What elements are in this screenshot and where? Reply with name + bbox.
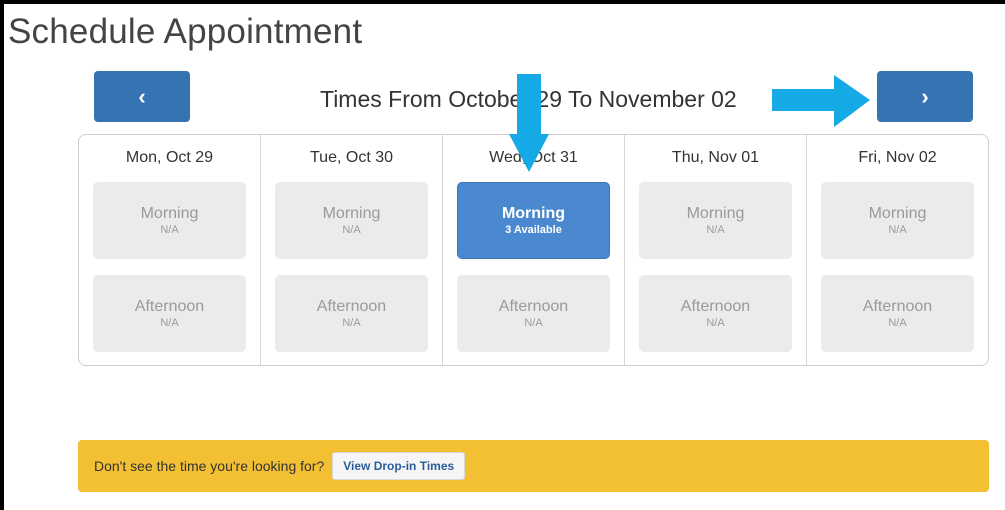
slot-name: Morning — [140, 205, 199, 222]
slot-morning-available[interactable]: Morning 3 Available — [457, 182, 610, 259]
slot-name: Afternoon — [680, 298, 751, 315]
day-column-tue: Tue, Oct 30 Morning N/A Afternoon N/A — [261, 135, 443, 365]
slot-status: 3 Available — [505, 224, 562, 236]
slot-morning: Morning N/A — [821, 182, 974, 259]
slot-name: Morning — [501, 205, 566, 222]
chevron-right-icon: › — [921, 83, 929, 109]
slot-name: Afternoon — [862, 298, 933, 315]
slot-status: N/A — [160, 224, 179, 236]
day-column-fri: Fri, Nov 02 Morning N/A Afternoon N/A — [807, 135, 988, 365]
slot-status: N/A — [342, 317, 361, 329]
day-label: Fri, Nov 02 — [858, 149, 937, 166]
page-title: Schedule Appointment — [8, 12, 363, 51]
slot-status: N/A — [160, 317, 179, 329]
slot-name: Afternoon — [134, 298, 205, 315]
view-drop-in-times-button[interactable]: View Drop-in Times — [332, 452, 466, 480]
slot-status: N/A — [524, 317, 543, 329]
slot-name: Morning — [868, 205, 927, 222]
slot-status: N/A — [342, 224, 361, 236]
slot-morning: Morning N/A — [639, 182, 792, 259]
arrow-right-icon — [772, 75, 870, 127]
previous-week-button[interactable]: ‹ — [94, 71, 190, 122]
day-label: Tue, Oct 30 — [310, 149, 393, 166]
slot-afternoon: Afternoon N/A — [93, 275, 246, 352]
day-column-mon: Mon, Oct 29 Morning N/A Afternoon N/A — [79, 135, 261, 365]
next-week-button[interactable]: › — [877, 71, 973, 122]
slot-status: N/A — [706, 317, 725, 329]
slot-afternoon: Afternoon N/A — [275, 275, 428, 352]
slot-name: Morning — [686, 205, 745, 222]
slot-status: N/A — [888, 317, 907, 329]
day-label: Mon, Oct 29 — [125, 149, 214, 166]
day-label: Thu, Nov 01 — [671, 149, 760, 166]
slot-status: N/A — [706, 224, 725, 236]
slot-morning: Morning N/A — [93, 182, 246, 259]
slot-status: N/A — [888, 224, 907, 236]
slot-afternoon: Afternoon N/A — [821, 275, 974, 352]
slot-name: Morning — [322, 205, 381, 222]
slot-afternoon: Afternoon N/A — [639, 275, 792, 352]
chevron-left-icon: ‹ — [138, 83, 146, 109]
day-column-thu: Thu, Nov 01 Morning N/A Afternoon N/A — [625, 135, 807, 365]
slot-name: Afternoon — [498, 298, 569, 315]
slot-morning: Morning N/A — [275, 182, 428, 259]
banner-text: Don't see the time you're looking for? — [94, 458, 325, 474]
drop-in-banner: Don't see the time you're looking for? V… — [78, 440, 989, 492]
arrow-down-icon — [509, 74, 549, 172]
slot-name: Afternoon — [316, 298, 387, 315]
slot-afternoon: Afternoon N/A — [457, 275, 610, 352]
